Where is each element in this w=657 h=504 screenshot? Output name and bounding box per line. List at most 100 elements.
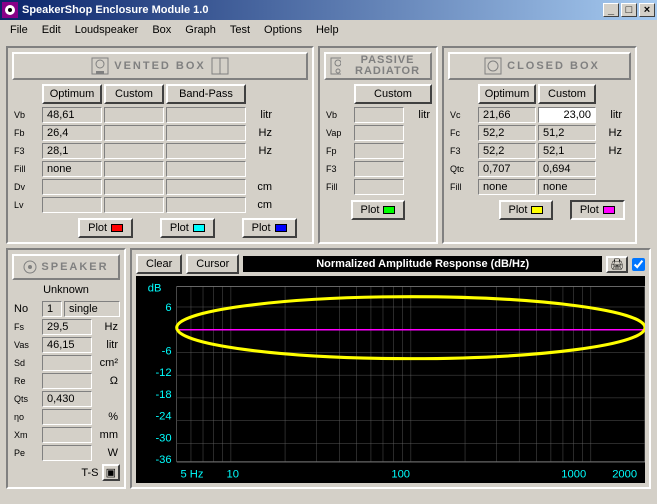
vented-Lv-bandpass[interactable] [166, 197, 246, 213]
menu-help[interactable]: Help [310, 22, 345, 38]
closed-Vc-unit: litr [598, 109, 624, 121]
passive-radiator-panel: PASSIVE RADIATOR Custom Vb litrVap Fp F3… [318, 46, 438, 244]
passive-Fill-value[interactable] [354, 179, 404, 195]
vented-Lv-unit: cm [248, 199, 274, 211]
menu-box[interactable]: Box [146, 22, 177, 38]
vented-plot-bandpass[interactable]: Plot [242, 218, 297, 238]
chart-plot-area[interactable]: dB 6-6-12-18-24-30-36 5 Hz1010010002000 [136, 276, 645, 483]
window-title: SpeakerShop Enclosure Module 1.0 [22, 4, 601, 16]
menu-edit[interactable]: Edit [36, 22, 67, 38]
chart-toggle-checkbox[interactable] [632, 258, 645, 271]
vented-Dv-bandpass[interactable] [166, 179, 246, 195]
vented-Lv-label: Lv [12, 200, 40, 210]
menu-bar: File Edit Loudspeaker Box Graph Test Opt… [0, 20, 657, 40]
vented-bandpass-button[interactable]: Band-Pass [166, 84, 246, 104]
vented-Fb-optimum: 26,4 [42, 125, 102, 141]
vented-Dv-optimum [42, 179, 102, 195]
passive-Fill-label: Fill [324, 182, 352, 192]
speaker-Xm-label: Xm [12, 430, 40, 440]
passive-Fp-value[interactable] [354, 143, 404, 159]
vented-plot-optimum[interactable]: Plot [78, 218, 133, 238]
vented-F3-label: F3 [12, 146, 40, 156]
menu-test[interactable]: Test [224, 22, 256, 38]
chart-clear-button[interactable]: Clear [136, 254, 182, 274]
vented-Dv-custom[interactable] [104, 179, 164, 195]
speaker-Qts-label: Qts [12, 394, 40, 404]
passive-plot-button[interactable]: Plot [351, 200, 406, 220]
closed-Fc-optimum: 52,2 [478, 125, 536, 141]
vented-F3-bandpass[interactable] [166, 143, 246, 159]
bandpass-icon [210, 56, 230, 76]
passive-Vb-value[interactable] [354, 107, 404, 123]
svg-text:-6: -6 [162, 345, 172, 357]
speaker-Re-label: Re [12, 376, 40, 386]
svg-text:-12: -12 [155, 367, 171, 379]
chart-cursor-button[interactable]: Cursor [186, 254, 239, 274]
speaker-Vas-value: 46,15 [42, 337, 92, 353]
passive-icon [330, 56, 341, 76]
close-button[interactable]: × [639, 3, 655, 17]
vented-Fill-bandpass[interactable] [166, 161, 246, 177]
closed-plot-optimum[interactable]: Plot [499, 200, 554, 220]
closed-Qtc-label: Qtc [448, 164, 476, 174]
passive-F3-value[interactable] [354, 161, 404, 177]
closed-Qtc-custom[interactable]: 0,694 [538, 161, 596, 177]
svg-text:-36: -36 [155, 454, 171, 466]
vented-Fb-bandpass[interactable] [166, 125, 246, 141]
closed-optimum-button[interactable]: Optimum [478, 84, 536, 104]
speaker-Fs-label: Fs [12, 322, 40, 332]
vented-F3-unit: Hz [248, 145, 274, 157]
speaker-panel: SPEAKER Unknown No 1 single Fs 29,5 HzVa… [6, 248, 126, 489]
maximize-button[interactable]: □ [621, 3, 637, 17]
closed-plot-custom[interactable]: Plot [570, 200, 625, 220]
closed-custom-button[interactable]: Custom [538, 84, 596, 104]
speaker-Vas-label: Vas [12, 340, 40, 350]
svg-text:1000: 1000 [561, 468, 586, 480]
vented-Lv-custom[interactable] [104, 197, 164, 213]
closed-Vc-custom[interactable]: 23,00 [538, 107, 596, 123]
passive-header: PASSIVE RADIATOR [324, 52, 432, 80]
vented-Vb-custom[interactable] [104, 107, 164, 123]
vented-Fill-custom[interactable] [104, 161, 164, 177]
speaker-config: single [64, 301, 120, 317]
chart-print-button[interactable]: 🖨 [606, 256, 628, 273]
passive-F3-label: F3 [324, 164, 352, 174]
chart-panel: Clear Cursor Normalized Amplitude Respon… [130, 248, 651, 489]
svg-text:10: 10 [226, 468, 238, 480]
speaker-Sd-value [42, 355, 92, 371]
vented-optimum-button[interactable]: Optimum [42, 84, 102, 104]
speaker-Re-unit: Ω [94, 375, 120, 387]
closed-Fill-optimum: none [478, 179, 536, 195]
svg-text:2000: 2000 [612, 468, 637, 480]
passive-custom-button[interactable]: Custom [354, 84, 432, 104]
speaker-Pe-value [42, 445, 92, 461]
closed-Fill-custom[interactable]: none [538, 179, 596, 195]
vented-plot-custom[interactable]: Plot [160, 218, 215, 238]
menu-file[interactable]: File [4, 22, 34, 38]
closed-Vc-optimum: 21,66 [478, 107, 536, 123]
speaker-Xm-unit: mm [94, 429, 120, 441]
ts-button[interactable]: ▣ [102, 464, 120, 481]
closed-Fc-custom[interactable]: 51,2 [538, 125, 596, 141]
vented-Fb-label: Fb [12, 128, 40, 138]
menu-options[interactable]: Options [258, 22, 308, 38]
vented-F3-custom[interactable] [104, 143, 164, 159]
closed-Fc-unit: Hz [598, 127, 624, 139]
vented-custom-button[interactable]: Custom [104, 84, 164, 104]
menu-loudspeaker[interactable]: Loudspeaker [69, 22, 145, 38]
vented-Vb-bandpass[interactable] [166, 107, 246, 123]
svg-text:6: 6 [165, 302, 171, 314]
closed-Qtc-optimum: 0,707 [478, 161, 536, 177]
minimize-button[interactable]: _ [603, 3, 619, 17]
closed-Vc-label: Vc [448, 110, 476, 120]
passive-Vap-value[interactable] [354, 125, 404, 141]
speaker-name: Unknown [12, 280, 120, 300]
menu-graph[interactable]: Graph [179, 22, 222, 38]
vented-Fb-custom[interactable] [104, 125, 164, 141]
svg-text:100: 100 [391, 468, 410, 480]
vented-Fill-optimum: none [42, 161, 102, 177]
app-icon [2, 2, 18, 18]
speaker-ηo-label: ηo [12, 412, 40, 422]
closed-F3-custom[interactable]: 52,1 [538, 143, 596, 159]
speaker-Fs-value: 29,5 [42, 319, 92, 335]
